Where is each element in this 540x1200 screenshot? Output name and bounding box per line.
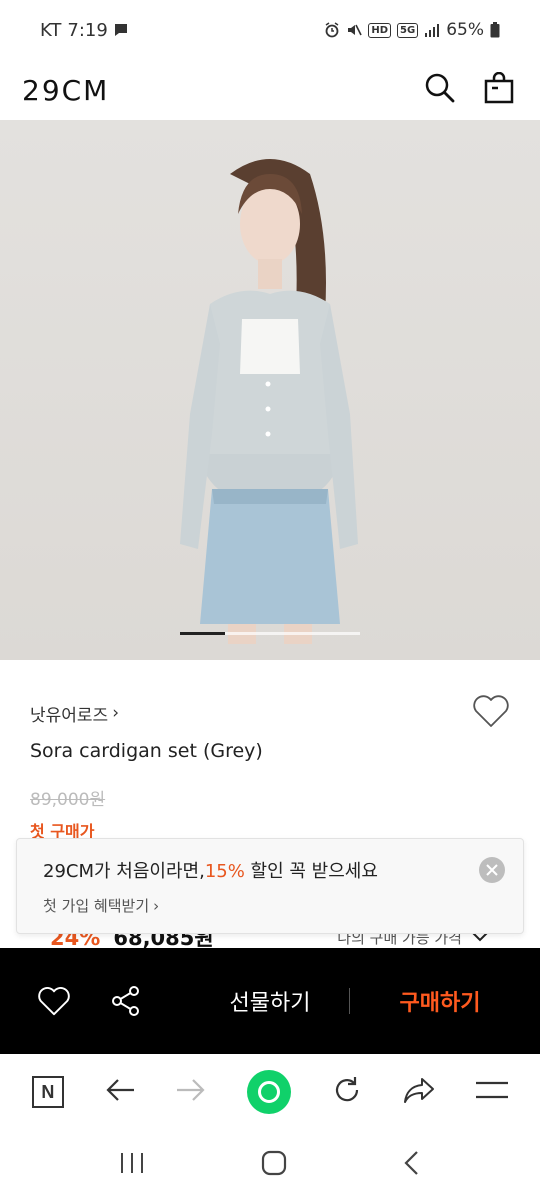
signup-benefit-label: 첫 가입 혜택받기 (43, 897, 150, 915)
carousel-page-indicator (180, 632, 360, 635)
battery-icon (490, 22, 500, 38)
status-right: HD 5G 65% (324, 20, 500, 40)
heart-icon (38, 986, 70, 1016)
share-icon (112, 986, 139, 1016)
back-arrow-icon[interactable] (104, 1077, 136, 1107)
gift-button[interactable]: 선물하기 (200, 948, 340, 1054)
mute-icon (346, 22, 363, 38)
promo-title: 29CM가 처음이라면,15% 할인 꼭 받으세요 (43, 857, 497, 883)
refresh-icon[interactable] (331, 1074, 363, 1110)
share-button[interactable] (98, 973, 154, 1029)
promo-popup: 29CM가 처음이라면,15% 할인 꼭 받으세요 첫 가입 혜택받기 › (16, 838, 524, 934)
like-button[interactable] (26, 973, 82, 1029)
back-icon[interactable] (402, 1150, 422, 1180)
brand-link[interactable]: 낫유어로즈 › (30, 701, 119, 726)
naver-home-button[interactable]: N (31, 1076, 64, 1108)
heart-icon[interactable] (472, 694, 510, 732)
brand-name: 낫유어로즈 (30, 705, 109, 726)
purchase-action-bar: 선물하기 구매하기 (0, 948, 540, 1054)
close-button[interactable] (479, 857, 505, 883)
shopping-bag-icon[interactable] (484, 71, 514, 108)
product-name: Sora cardigan set (Grey) (30, 740, 263, 762)
status-left: KT 7:19 (40, 20, 128, 41)
home-icon[interactable] (261, 1150, 287, 1180)
network-badge: 5G (397, 22, 419, 38)
buy-button[interactable]: 구매하기 (360, 948, 520, 1054)
carousel-active-indicator (180, 632, 225, 635)
clock: 7:19 (67, 19, 108, 41)
carrier-label: KT (40, 19, 62, 41)
promo-title-suffix: 할인 꼭 받으세요 (244, 861, 378, 882)
green-dot-button[interactable] (246, 1070, 291, 1114)
chat-notification-icon (114, 23, 128, 37)
promo-highlight: 15% (204, 861, 245, 882)
brand-row: 낫유어로즈 › (30, 694, 510, 732)
chevron-right-icon: › (153, 896, 160, 915)
signup-benefit-link[interactable]: 첫 가입 혜택받기 › (43, 895, 497, 916)
signal-icon (424, 23, 440, 37)
product-image-carousel[interactable] (0, 120, 540, 660)
product-photo (180, 159, 358, 644)
share-arrow-icon[interactable] (402, 1076, 436, 1108)
app-header: 29CM (0, 60, 540, 120)
header-icons (424, 71, 514, 108)
system-nav-bar (0, 1130, 540, 1200)
browser-toolbar: N (0, 1054, 540, 1130)
forward-arrow-icon[interactable] (175, 1077, 207, 1107)
battery-percent: 65% (446, 20, 484, 40)
menu-icon[interactable] (476, 1080, 509, 1104)
status-bar: KT 7:19 HD 5G 65% (0, 0, 540, 60)
recent-apps-icon[interactable] (118, 1151, 146, 1179)
chevron-right-icon: › (112, 703, 120, 723)
close-icon (486, 864, 498, 876)
original-price: 89,000원 (30, 790, 106, 810)
logo[interactable]: 29CM (22, 74, 109, 107)
alarm-icon (324, 22, 340, 38)
promo-title-text: 29CM가 처음이라면, (43, 861, 205, 882)
search-icon[interactable] (424, 72, 456, 108)
hd-badge: HD (368, 22, 392, 38)
divider (349, 988, 350, 1014)
